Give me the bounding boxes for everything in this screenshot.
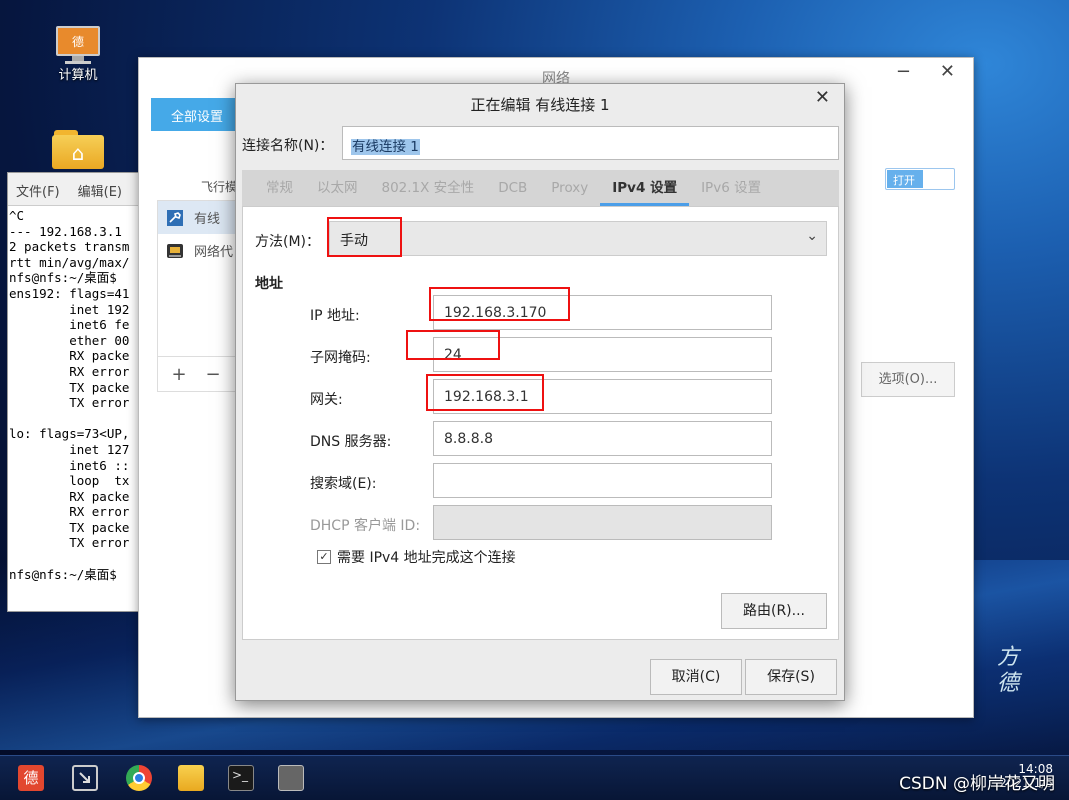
require-ipv4-checkbox[interactable]: ✓ bbox=[317, 550, 331, 564]
fangde-logo: 方德 bbox=[996, 645, 1019, 696]
menu-file[interactable]: 文件(F) bbox=[16, 181, 60, 200]
terminal-line: inet 192 bbox=[9, 301, 130, 317]
save-button[interactable]: 保存(S) bbox=[745, 659, 837, 695]
taskbar: 德 >_ 14:08 2021/1/5 CSDN @柳岸花又明 bbox=[0, 755, 1069, 800]
terminal-output: ^C --- 192.168.3.1 2 packets transm rtt mi… bbox=[8, 206, 146, 582]
computer-label: 计算机 bbox=[58, 68, 98, 83]
toggle-label: 打开 bbox=[887, 170, 923, 188]
terminal-line: inet6 fe bbox=[9, 317, 130, 333]
browser-icon[interactable] bbox=[126, 765, 152, 791]
ip-address-label: IP 地址: bbox=[310, 308, 360, 324]
terminal-line: 2 packets transm bbox=[9, 239, 130, 255]
terminal-line: RX error bbox=[9, 363, 130, 379]
edit-connection-dialog: 正在编辑 有线连接 1 ✕ 连接名称(N)： 有线连接 1 常规 以太网 802… bbox=[235, 83, 845, 701]
gateway-label: 网关: bbox=[310, 392, 343, 408]
sidebar-item-wired[interactable]: 有线 bbox=[158, 201, 236, 234]
csdn-watermark: CSDN @柳岸花又明 bbox=[899, 774, 1055, 794]
terminal-line: ether 00 bbox=[9, 332, 130, 348]
terminal-taskbar-icon[interactable]: >_ bbox=[228, 765, 254, 791]
tab-ipv6[interactable]: IPv6 设置 bbox=[689, 170, 773, 206]
netmask-label: 子网掩码: bbox=[310, 350, 371, 366]
ip-address-input[interactable]: 192.168.3.170 bbox=[433, 295, 772, 330]
chevron-down-icon: ⌄ bbox=[806, 228, 818, 244]
tab-ipv4[interactable]: IPv4 设置 bbox=[600, 170, 690, 206]
require-ipv4-checkbox-row[interactable]: ✓ 需要 IPv4 地址完成这个连接 bbox=[317, 547, 516, 567]
netmask-input[interactable]: 24 bbox=[433, 337, 772, 372]
network-settings-taskbar-icon[interactable] bbox=[278, 765, 304, 791]
connection-name-value: 有线连接 1 bbox=[351, 139, 420, 155]
method-select[interactable]: 手动 ⌄ bbox=[329, 221, 827, 256]
dns-label: DNS 服务器: bbox=[310, 434, 392, 450]
routes-button[interactable]: 路由(R)... bbox=[721, 593, 827, 629]
terminal-line: loop tx bbox=[9, 473, 130, 489]
connection-name-label: 连接名称(N)： bbox=[242, 138, 334, 154]
tab-dcb[interactable]: DCB bbox=[486, 170, 539, 206]
sidebar-item-proxy[interactable]: 网络代 bbox=[158, 234, 236, 267]
tab-general[interactable]: 常规 bbox=[242, 170, 305, 206]
tab-ethernet[interactable]: 以太网 bbox=[305, 170, 370, 206]
address-heading: 地址 bbox=[255, 276, 283, 292]
tab-proxy[interactable]: Proxy bbox=[539, 170, 600, 206]
terminal-line: nfs@nfs:~/桌面$ bbox=[9, 566, 125, 582]
minimize-button[interactable]: − bbox=[896, 61, 911, 82]
terminal-line: TX packe bbox=[9, 379, 130, 395]
terminal-line: nfs@nfs:~/桌面$ bbox=[9, 270, 125, 286]
connection-name-input[interactable]: 有线连接 1 bbox=[342, 126, 839, 160]
terminal-line: --- 192.168.3.1 bbox=[9, 223, 130, 239]
proxy-icon bbox=[167, 243, 183, 258]
search-domain-label: 搜索域(E): bbox=[310, 476, 377, 492]
cancel-button[interactable]: 取消(C) bbox=[650, 659, 742, 695]
close-button[interactable]: ✕ bbox=[940, 61, 955, 82]
terminal-line: TX packe bbox=[9, 519, 130, 535]
show-desktop-icon[interactable] bbox=[72, 765, 98, 791]
wired-icon bbox=[167, 209, 183, 226]
sidebar-item-label: 网络代 bbox=[194, 245, 234, 260]
menu-edit[interactable]: 编辑(E) bbox=[78, 181, 122, 200]
search-domain-input[interactable] bbox=[433, 463, 772, 498]
home-folder-icon: ⌂ bbox=[52, 130, 104, 170]
airplane-toggle[interactable]: 打开 bbox=[885, 168, 955, 190]
terminal-line: RX error bbox=[9, 504, 130, 520]
terminal-line: lo: flags=73<UP, bbox=[9, 426, 130, 442]
dns-input[interactable]: 8.8.8.8 bbox=[433, 421, 772, 456]
dhcp-client-id-label: DHCP 客户端 ID: bbox=[310, 518, 421, 534]
terminal-line: ^C bbox=[9, 208, 25, 223]
terminal-line: ens192: flags=41 bbox=[9, 285, 130, 301]
terminal-line: inet 127 bbox=[9, 441, 130, 457]
method-label: 方法(M)： bbox=[255, 234, 321, 250]
add-connection-button[interactable]: + bbox=[165, 364, 193, 385]
remove-connection-button[interactable]: − bbox=[199, 364, 227, 385]
settings-tabs: 常规 以太网 802.1X 安全性 DCB Proxy IPv4 设置 IPv6… bbox=[242, 170, 839, 206]
computer-desktop-icon[interactable]: 德 计算机 bbox=[48, 26, 108, 83]
tab-8021x[interactable]: 802.1X 安全性 bbox=[370, 170, 487, 206]
terminal-line: TX error bbox=[9, 395, 130, 411]
airplane-mode-label: 飞行模 bbox=[201, 180, 238, 194]
list-actions: + − bbox=[157, 356, 237, 392]
home-folder-desktop-icon[interactable]: ⌂ bbox=[50, 130, 106, 170]
file-manager-icon[interactable] bbox=[178, 765, 204, 791]
computer-icon: 德 bbox=[53, 26, 103, 64]
terminal-line: RX packe bbox=[9, 488, 130, 504]
require-ipv4-label: 需要 IPv4 地址完成这个连接 bbox=[337, 550, 516, 566]
options-button[interactable]: 选项(O)... bbox=[861, 362, 955, 397]
start-menu-icon[interactable]: 德 bbox=[18, 765, 44, 791]
terminal-menubar: 文件(F) 编辑(E) bbox=[8, 173, 146, 206]
dhcp-client-id-input bbox=[433, 505, 772, 540]
method-value: 手动 bbox=[340, 233, 368, 249]
sidebar-item-label: 有线 bbox=[194, 212, 221, 227]
terminal-line: rtt min/avg/max/ bbox=[9, 254, 130, 270]
ipv4-panel: 方法(M)： 手动 ⌄ 地址 IP 地址: 192.168.3.170 子网掩码… bbox=[242, 206, 839, 640]
terminal-line: inet6 :: bbox=[9, 457, 130, 473]
terminal-line: RX packe bbox=[9, 348, 130, 364]
gateway-input[interactable]: 192.168.3.1 bbox=[433, 379, 772, 414]
terminal-line: TX error bbox=[9, 535, 130, 551]
dialog-title: 正在编辑 有线连接 1 bbox=[470, 96, 610, 114]
dialog-close-button[interactable]: ✕ bbox=[815, 87, 830, 108]
terminal-window[interactable]: 文件(F) 编辑(E) ^C --- 192.168.3.1 2 packets … bbox=[7, 172, 147, 612]
